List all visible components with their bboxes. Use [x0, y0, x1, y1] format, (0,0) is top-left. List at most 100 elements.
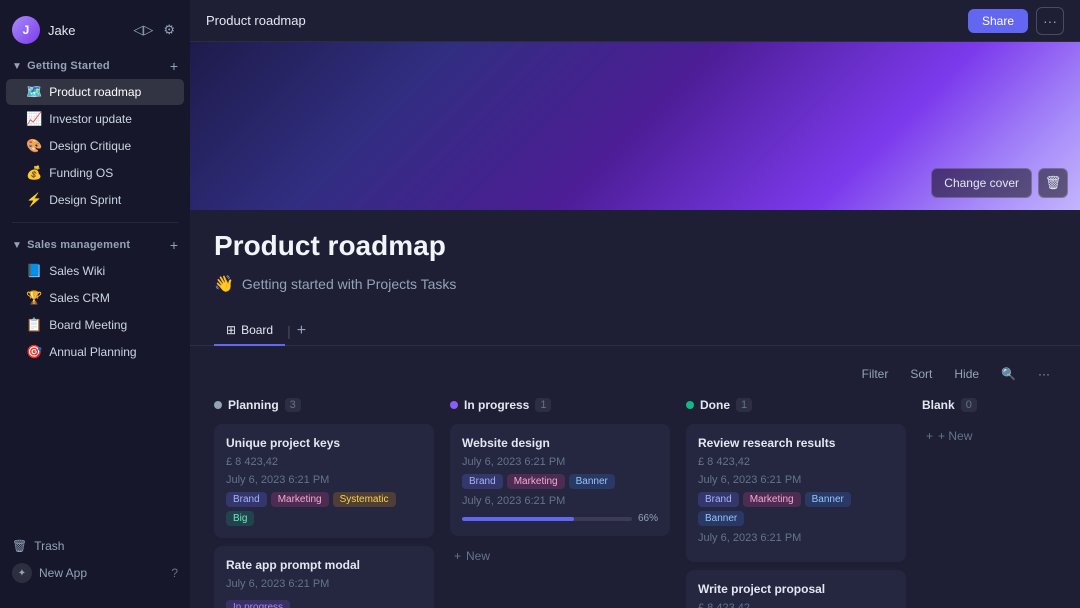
subtitle-text: Getting started with Projects Tasks: [242, 276, 457, 292]
sales-management-section[interactable]: ▼ Sales management +: [0, 231, 190, 257]
add-new-label-b: + New: [938, 429, 972, 443]
add-new-label-p: New: [466, 549, 490, 563]
filter-button[interactable]: Filter: [856, 364, 895, 384]
card-rate-app[interactable]: Rate app prompt modal July 6, 2023 6:21 …: [214, 546, 434, 608]
sales-crm-label: Sales CRM: [49, 291, 110, 305]
board-tab-label: Board: [241, 323, 273, 337]
investor-update-icon: 📈: [26, 111, 42, 127]
page-header: Product roadmap 👋 Getting started with P…: [190, 210, 1080, 316]
sidebar-item-investor-update[interactable]: 📈 Investor update: [6, 106, 184, 132]
annual-planning-label: Annual Planning: [49, 345, 136, 359]
funding-os-icon: 💰: [26, 165, 42, 181]
more-options-button[interactable]: ···: [1036, 7, 1064, 35]
column-in-progress: In progress 1 Website design July 6, 202…: [450, 398, 670, 608]
toggle-sidebar-button[interactable]: ◁▷: [130, 19, 156, 41]
sidebar-item-funding-os[interactable]: 💰 Funding OS: [6, 160, 184, 186]
sidebar-bottom: 🗑 Trash ✦ New App ?: [0, 526, 190, 596]
getting-started-items: 🗺️ Product roadmap 📈 Investor update 🎨 D…: [0, 78, 190, 214]
sidebar-item-design-critique[interactable]: 🎨 Design Critique: [6, 133, 184, 159]
card-money-review: £ 8 423,42: [698, 456, 894, 468]
sort-button[interactable]: Sort: [904, 364, 938, 384]
tab-board[interactable]: ⊞ Board: [214, 316, 285, 346]
card-date2-website: July 6, 2023 6:21 PM: [462, 495, 658, 507]
view-tabs: ⊞ Board | +: [190, 316, 1080, 346]
card-write-proposal[interactable]: Write project proposal £ 8 423,42 Done: [686, 570, 906, 608]
board-more-button[interactable]: ···: [1032, 364, 1056, 384]
tag-marketing-r: Marketing: [743, 492, 801, 507]
progress-count: 1: [535, 398, 551, 412]
new-app-button[interactable]: ✦ New App ?: [12, 558, 178, 588]
search-button[interactable]: 🔍: [995, 364, 1022, 384]
annual-planning-icon: 🎯: [26, 344, 42, 360]
hide-button[interactable]: Hide: [948, 364, 985, 384]
sidebar-item-product-roadmap[interactable]: 🗺️ Product roadmap: [6, 79, 184, 105]
tag-banner-r2: Banner: [698, 511, 744, 526]
progress-add-new-button[interactable]: + New: [450, 544, 670, 568]
card-date2-review: July 6, 2023 6:21 PM: [698, 532, 894, 544]
page-title: Product roadmap: [214, 230, 1056, 262]
sidebar-item-sales-wiki[interactable]: 📘 Sales Wiki: [6, 258, 184, 284]
tag-marketing: Marketing: [271, 492, 329, 507]
done-column-name: Done: [700, 398, 730, 412]
new-app-icon: ✦: [12, 563, 32, 583]
section-subtitle: 👋 Getting started with Projects Tasks: [214, 274, 1056, 294]
page-content: Change cover 🗑 Product roadmap 👋 Getting…: [190, 42, 1080, 608]
planning-column-name: Planning: [228, 398, 279, 412]
tag-marketing-w: Marketing: [507, 474, 565, 489]
in-progress-badge: In progress: [226, 600, 290, 608]
topbar: Product roadmap Share ···: [190, 0, 1080, 42]
sidebar-item-design-sprint[interactable]: ⚡ Design Sprint: [6, 187, 184, 213]
delete-cover-button[interactable]: 🗑: [1038, 168, 1068, 198]
tag-brand: Brand: [226, 492, 267, 507]
sidebar-user: J Jake: [12, 16, 75, 44]
design-sprint-label: Design Sprint: [49, 193, 121, 207]
card-review-research[interactable]: Review research results £ 8 423,42 July …: [686, 424, 906, 562]
username-label: Jake: [48, 23, 75, 38]
sidebar-top-icons: ◁▷ ⚙: [130, 19, 178, 41]
add-view-button[interactable]: +: [293, 318, 310, 344]
card-website-design[interactable]: Website design July 6, 2023 6:21 PM Bran…: [450, 424, 670, 536]
column-blank: Blank 0 + + New: [922, 398, 1080, 608]
cover-image: Change cover 🗑: [190, 42, 1080, 210]
card-unique-project-keys[interactable]: Unique project keys £ 8 423,42 July 6, 2…: [214, 424, 434, 538]
product-roadmap-label: Product roadmap: [49, 85, 141, 99]
sales-management-add-button[interactable]: +: [170, 237, 178, 253]
card-title-website: Website design: [462, 436, 658, 450]
board-area: Planning 3 Unique project keys £ 8 423,4…: [190, 390, 1080, 608]
avatar: J: [12, 16, 40, 44]
card-money: £ 8 423,42: [226, 456, 422, 468]
sales-crm-icon: 🏆: [26, 290, 42, 306]
change-cover-button[interactable]: Change cover: [931, 168, 1032, 198]
column-done: Done 1 Review research results £ 8 423,4…: [686, 398, 906, 608]
sidebar-item-board-meeting[interactable]: 📋 Board Meeting: [6, 312, 184, 338]
getting-started-add-button[interactable]: +: [170, 58, 178, 74]
progress-bar-fill: [462, 517, 574, 521]
settings-icon[interactable]: ⚙: [160, 19, 178, 41]
sidebar-divider: [12, 222, 178, 223]
cover-controls: Change cover 🗑: [931, 168, 1068, 198]
card-date: July 6, 2023 6:21 PM: [226, 474, 422, 486]
funding-os-label: Funding OS: [49, 166, 113, 180]
planning-dot: [214, 401, 222, 409]
sidebar: J Jake ◁▷ ⚙ ▼ Getting Started + 🗺️ Produ…: [0, 0, 190, 608]
sales-collapse-icon: ▼: [12, 240, 22, 251]
getting-started-section[interactable]: ▼ Getting Started +: [0, 52, 190, 78]
trash-label: Trash: [34, 539, 64, 553]
sidebar-item-sales-crm[interactable]: 🏆 Sales CRM: [6, 285, 184, 311]
blank-add-new-button[interactable]: + + New: [922, 424, 1080, 448]
progress-dot: [450, 401, 458, 409]
share-button[interactable]: Share: [968, 9, 1028, 33]
add-icon-p: +: [454, 549, 461, 563]
sales-wiki-label: Sales Wiki: [49, 264, 105, 278]
product-roadmap-icon: 🗺️: [26, 84, 42, 100]
done-count: 1: [736, 398, 752, 412]
board-meeting-icon: 📋: [26, 317, 42, 333]
trash-icon: 🗑: [12, 539, 27, 553]
sales-wiki-icon: 📘: [26, 263, 42, 279]
tag-banner-r1: Banner: [805, 492, 851, 507]
sidebar-item-annual-planning[interactable]: 🎯 Annual Planning: [6, 339, 184, 365]
trash-button[interactable]: 🗑 Trash: [12, 534, 178, 558]
subtitle-emoji: 👋: [214, 274, 234, 294]
investor-update-label: Investor update: [49, 112, 132, 126]
sales-management-title-row: ▼ Sales management: [12, 239, 130, 251]
